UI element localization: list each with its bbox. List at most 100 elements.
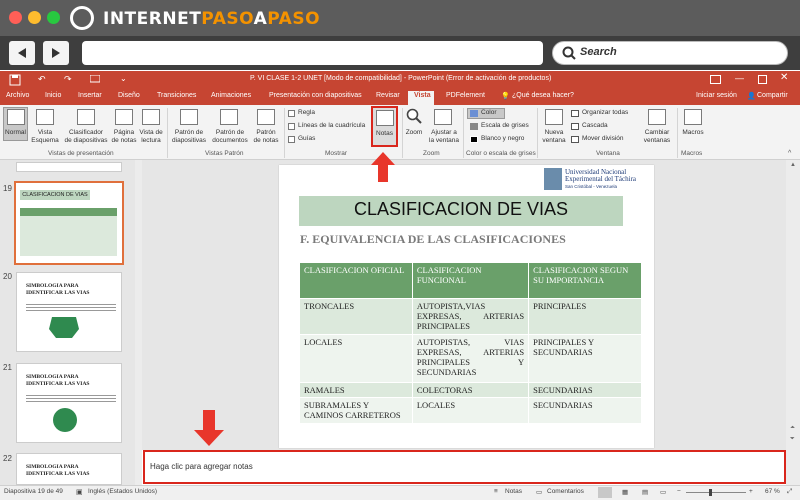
tab-insertar[interactable]: Insertar [78, 92, 102, 99]
comments-button[interactable]: Comentarios [547, 488, 584, 495]
notes-master-icon[interactable] [257, 109, 275, 125]
ruler-checkbox[interactable] [288, 110, 295, 117]
fit-slide-icon[interactable]: ⤢ [787, 488, 792, 496]
divider [167, 108, 168, 158]
customize-toolbar-icon[interactable]: ⌄ [120, 74, 127, 83]
zoom-button[interactable]: Zoom [402, 129, 426, 137]
slide-thumbnail-18[interactable] [16, 162, 122, 172]
reading-view-status-icon[interactable]: ▤ [642, 488, 648, 496]
table-cell: PRINCIPALES [528, 298, 642, 335]
switch-windows-icon[interactable] [648, 109, 666, 125]
zoom-slider[interactable] [686, 492, 746, 493]
move-split-button[interactable]: Mover división [582, 135, 624, 143]
slideshow-status-icon[interactable]: ▭ [660, 488, 666, 496]
notes-page-icon[interactable] [115, 109, 133, 125]
restore-icon[interactable] [758, 75, 767, 84]
collapse-ribbon-icon[interactable]: ^ [788, 150, 791, 157]
notes-page-button[interactable]: Página de notas [108, 129, 140, 145]
slide-master-button[interactable]: Patrón de diapositivas [169, 129, 209, 145]
university-logo: Universidad Nacional Experimental del Tá… [544, 168, 654, 192]
close-window-button[interactable] [9, 11, 22, 24]
forward-button[interactable] [43, 41, 69, 65]
grayscale-button[interactable]: Escala de grises [481, 122, 529, 130]
thumb-19-title: CLASIFICACION DE VIAS [20, 190, 90, 200]
fit-window-button[interactable]: Ajustar a la ventana [426, 129, 462, 145]
share-button[interactable]: Compartir [757, 92, 788, 99]
arrange-all-button[interactable]: Organizar todas [582, 109, 628, 117]
language-status[interactable]: Inglés (Estados Unidos) [88, 488, 157, 495]
slide-title: CLASIFICACION DE VIAS [353, 199, 569, 219]
zoom-out-icon[interactable]: − [677, 488, 681, 495]
spellcheck-icon[interactable]: ▣ [76, 488, 83, 496]
tab-diseno[interactable]: Diseño [118, 92, 140, 99]
reading-view-button[interactable]: Vista de lectura [137, 129, 165, 145]
maximize-window-button[interactable] [47, 11, 60, 24]
address-bar[interactable] [82, 41, 543, 65]
table-cell: PRINCIPALES Y SECUNDARIAS [528, 334, 642, 383]
table-cell: LOCALES [411, 397, 530, 424]
cascade-button[interactable]: Cascada [582, 122, 608, 130]
notes-master-button[interactable]: Patrón de notas [250, 129, 282, 145]
back-arrow-icon [18, 48, 26, 58]
undo-icon[interactable]: ↶ [38, 74, 46, 85]
group-ventana: Ventana [596, 150, 620, 157]
group-macros: Macros [681, 150, 703, 157]
black-white-button[interactable]: Blanco y negro [481, 135, 524, 143]
table-row: SUBRAMALES Y CAMINOS CARRETEROS LOCALES … [299, 397, 642, 424]
slide-sorter-button[interactable]: Clasificador de diapositivas [62, 129, 110, 145]
fit-window-icon[interactable] [434, 109, 452, 125]
normal-view-status-icon[interactable] [598, 487, 612, 498]
slide-sorter-icon[interactable] [77, 109, 95, 125]
group-mostrar: Mostrar [325, 150, 348, 157]
notes-icon [376, 110, 394, 126]
tab-inicio[interactable]: Inicio [45, 92, 61, 99]
tell-me-input[interactable]: ¿Qué desea hacer? [512, 92, 574, 99]
slide-master-icon[interactable] [180, 109, 198, 125]
tab-animaciones[interactable]: Animaciones [211, 92, 251, 99]
slide-subtitle: F. EQUIVALENCIA DE LAS CLASIFICACIONES [300, 232, 566, 246]
outline-view-button[interactable]: Vista Esquema [28, 129, 62, 145]
handout-master-icon[interactable] [220, 109, 238, 125]
switch-windows-button[interactable]: Cambiar ventanas [640, 129, 674, 145]
reading-view-icon[interactable] [142, 109, 160, 125]
ribbon-display-icon[interactable] [710, 75, 721, 85]
zoom-level[interactable]: 67 % [765, 488, 780, 495]
macros-icon[interactable] [684, 109, 702, 125]
macros-button[interactable]: Macros [679, 129, 707, 137]
tab-archivo[interactable]: Archivo [6, 92, 29, 99]
new-window-icon[interactable] [545, 109, 563, 125]
outline-view-icon[interactable] [36, 109, 54, 125]
slide-sorter-status-icon[interactable]: ▦ [622, 488, 628, 496]
tab-revisar[interactable]: Revisar [376, 92, 400, 99]
next-slide-icon[interactable]: ⏷ [790, 436, 795, 443]
minimize-window-button[interactable] [28, 11, 41, 24]
close-icon[interactable]: ✕ [780, 72, 788, 83]
site-logo: INTERNETPASOAPASO [103, 9, 321, 29]
tab-vista[interactable]: Vista [414, 92, 431, 99]
logo-line-2: Experimental del Táchira [565, 175, 637, 183]
present-from-start-icon[interactable] [90, 75, 100, 84]
minimize-icon[interactable]: — [735, 73, 744, 83]
tab-presentacion[interactable]: Presentación con diapositivas [269, 92, 362, 99]
previous-slide-icon[interactable]: ⏶ [790, 425, 795, 432]
guides-checkbox[interactable] [288, 136, 295, 143]
new-window-button[interactable]: Nueva ventana [539, 129, 569, 145]
gridlines-checkbox[interactable] [288, 123, 295, 130]
sign-in-link[interactable]: Iniciar sesión [696, 92, 737, 99]
back-button[interactable] [9, 41, 35, 65]
tab-pdfelement[interactable]: PDFelement [446, 92, 485, 99]
table-header-row: CLASIFICACION OFICIAL CLASIFICACION FUNC… [299, 262, 642, 299]
zoom-slider-thumb[interactable] [709, 489, 712, 496]
header-importancia: CLASIFICACION SEGUN SU IMPORTANCIA [528, 262, 642, 299]
save-icon[interactable] [9, 74, 21, 86]
thumbnails-scrollbar[interactable] [135, 160, 142, 485]
notes-status-button[interactable]: Notas [505, 488, 522, 495]
notes-status-icon: ≡ [494, 488, 498, 495]
tab-transiciones[interactable]: Transiciones [157, 92, 196, 99]
handout-master-button[interactable]: Patrón de documentos [209, 129, 251, 145]
thumb-19-table-header [20, 208, 117, 216]
zoom-in-icon[interactable]: + [749, 488, 753, 495]
zoom-icon[interactable] [406, 108, 422, 124]
redo-icon[interactable]: ↷ [64, 74, 72, 85]
scroll-up-icon[interactable]: ▲ [790, 162, 796, 168]
